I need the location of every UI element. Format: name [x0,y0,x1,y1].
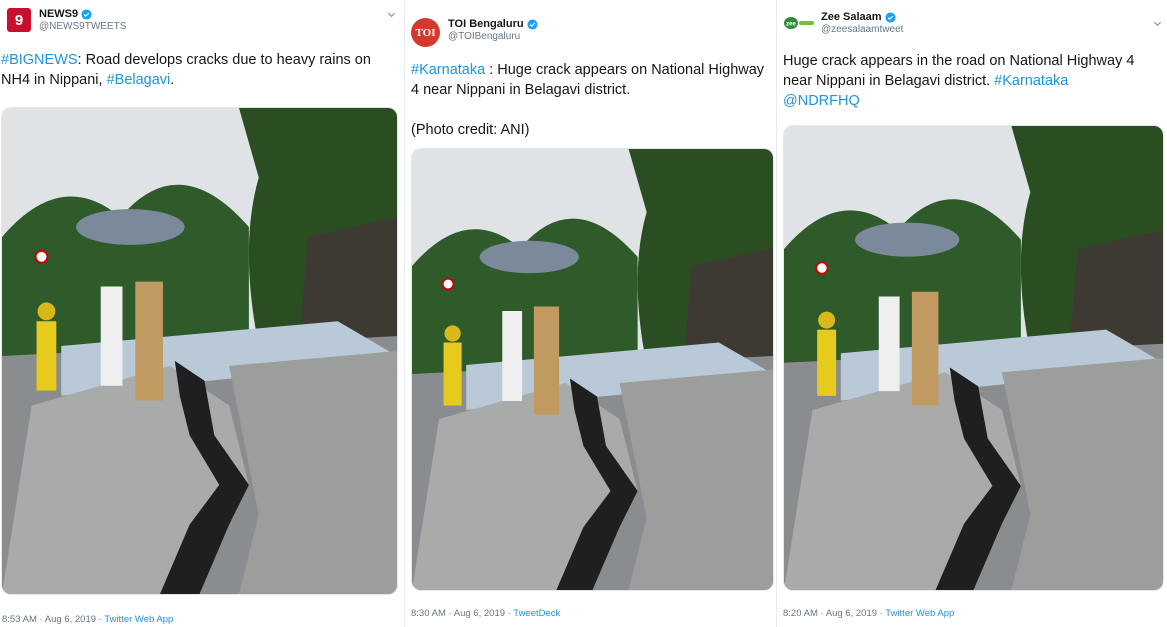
tweet-toi-bengaluru: TOI TOI Bengaluru @TOIBengaluru #Karnata… [404,0,776,627]
tweet-text: #Karnataka : Huge crack appears on Natio… [411,60,773,140]
tweet-timestamp: 8:53 AM · Aug 6, 2019 · Twitter Web App [2,614,173,625]
road-crack-photo-image [784,126,1163,590]
tweet-news9: 9 NEWS9 @NEWS9TWEETS #BIGNEWS: Road deve… [0,0,404,627]
hashtag-link[interactable]: #BIGNEWS [1,52,78,68]
handle[interactable]: @zeesalaamtweet [821,24,903,36]
handle[interactable]: @TOIBengaluru [448,31,538,43]
chevron-down-icon[interactable] [1153,19,1162,28]
avatar[interactable]: 9 [7,8,31,32]
display-name[interactable]: TOI Bengaluru [448,18,524,31]
verified-badge-icon [527,19,538,30]
avatar-logo-text: TOI [415,26,436,39]
tweet-text-body: Huge crack appears in the road on Nation… [783,53,1135,89]
zee-logo-icon: zee [784,17,814,29]
road-crack-photo-image [2,108,397,594]
avatar[interactable]: TOI [411,18,440,47]
tweet-header: zee Zee Salaam @zeesalaamtweet [783,11,903,35]
tweet-text: Huge crack appears in the road on Nation… [783,51,1165,111]
chevron-down-icon[interactable] [387,10,396,19]
verified-badge-icon [885,12,896,23]
timestamp-text[interactable]: 8:53 AM · Aug 6, 2019 · [2,614,104,625]
tweet-header: 9 NEWS9 @NEWS9TWEETS [7,8,126,32]
timestamp-text[interactable]: 8:20 AM · Aug 6, 2019 · [783,608,885,619]
avatar-logo-text: zee [786,22,796,28]
tweet-zee-salaam: zee Zee Salaam @zeesalaamtweet Huge crac… [776,0,1167,627]
timestamp-text[interactable]: 8:30 AM · Aug 6, 2019 · [411,608,513,619]
tweet-photo[interactable] [783,125,1164,591]
hashtag-link[interactable]: #Karnataka [411,62,485,78]
avatar-logo-text: 9 [14,11,24,29]
tweet-text-end: . [170,72,175,88]
verified-badge-icon [81,9,92,20]
source-app-link[interactable]: Twitter Web App [885,608,954,619]
handle[interactable]: @NEWS9TWEETS [39,21,126,33]
source-app-link[interactable]: Twitter Web App [104,614,173,625]
mention-link[interactable]: @NDRFHQ [783,93,860,109]
tweet-timestamp: 8:20 AM · Aug 6, 2019 · Twitter Web App [783,608,954,619]
display-name[interactable]: Zee Salaam [821,11,882,24]
tweet-header: TOI TOI Bengaluru @TOIBengaluru [411,18,538,47]
tweet-photo[interactable] [411,148,774,591]
tweet-text: #BIGNEWS: Road develops cracks due to he… [1,50,399,90]
avatar[interactable]: zee [783,11,815,35]
tweet-timestamp: 8:30 AM · Aug 6, 2019 · TweetDeck [411,608,560,619]
display-name[interactable]: NEWS9 [39,8,78,21]
tweet-photo[interactable] [1,107,398,595]
hashtag-link[interactable]: #Belagavi [107,72,171,88]
photo-credit-text: (Photo credit: ANI) [411,122,530,138]
hashtag-link[interactable]: #Karnataka [994,73,1068,89]
road-crack-photo-image [412,149,773,590]
source-app-link[interactable]: TweetDeck [513,608,560,619]
